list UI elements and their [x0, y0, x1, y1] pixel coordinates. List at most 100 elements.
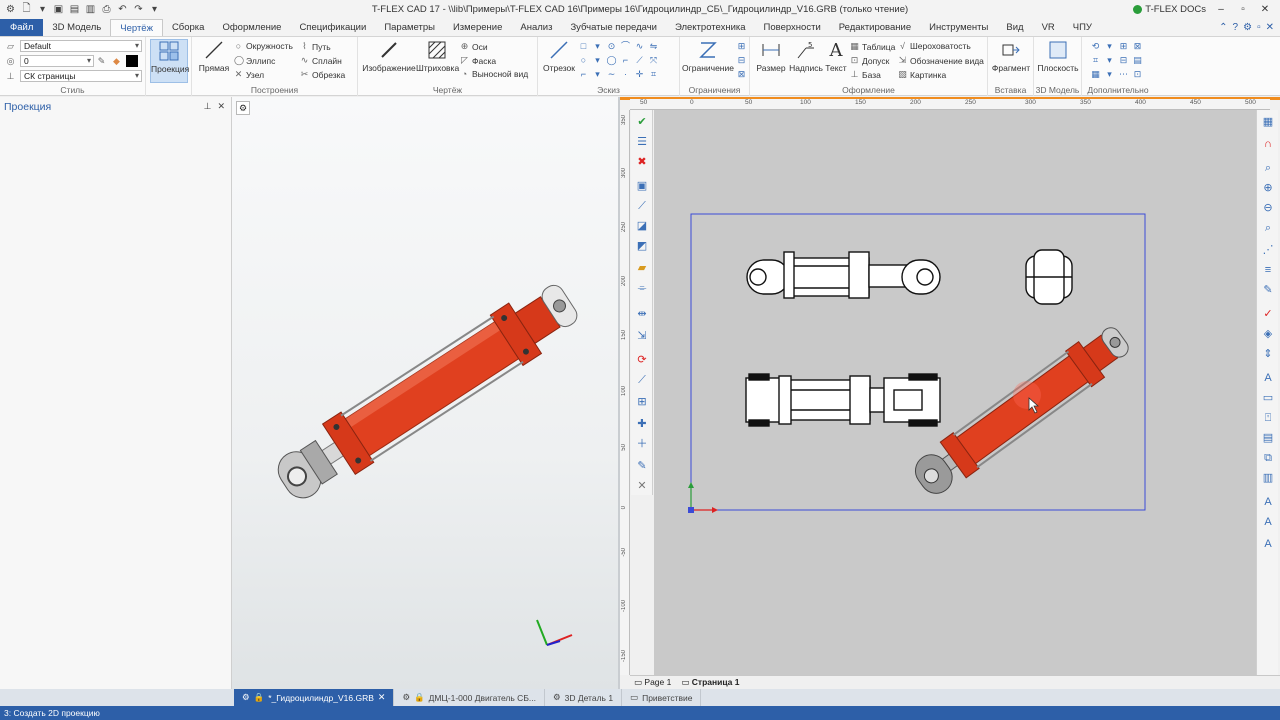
- redo-icon[interactable]: ↷: [132, 4, 145, 15]
- extra-8-icon[interactable]: ▤: [1132, 55, 1143, 66]
- print-icon[interactable]: ⎙: [100, 4, 113, 15]
- extra-5-icon[interactable]: ⌗: [1090, 55, 1101, 66]
- tab-editing[interactable]: Редактирование: [830, 19, 920, 36]
- position-icon[interactable]: ⊞: [634, 394, 650, 410]
- zoom-in-icon[interactable]: ⊕: [1260, 180, 1276, 196]
- view-mark-button[interactable]: ⇲ Обозначение вида: [898, 55, 984, 66]
- layers-icon[interactable]: ▦: [1260, 114, 1276, 130]
- select-view-icon[interactable]: ⟋: [634, 198, 650, 214]
- image-button[interactable]: Изображение: [362, 39, 416, 73]
- extra-3-icon[interactable]: ⊞: [1118, 41, 1129, 52]
- extra-2-icon[interactable]: ▾: [1104, 41, 1115, 52]
- tab-assembly[interactable]: Сборка: [163, 19, 214, 36]
- close-doc-icon[interactable]: ✕: [1266, 22, 1274, 33]
- inscription-button[interactable]: 5 Надпись: [788, 39, 824, 73]
- extra-12-icon[interactable]: ⊡: [1132, 69, 1143, 80]
- zoom-icon[interactable]: ⌕: [1260, 160, 1276, 176]
- new-file-icon[interactable]: 🗋: [20, 1, 33, 18]
- base-button[interactable]: ⊥ База: [850, 69, 881, 80]
- docs-button[interactable]: T-FLEX DOCs: [1133, 4, 1206, 15]
- close-button[interactable]: ✕: [1258, 4, 1272, 15]
- plane-button[interactable]: Плоскость: [1036, 39, 1080, 73]
- axes-button[interactable]: ⊕ Оси: [460, 41, 488, 52]
- chamfer-button[interactable]: ◸ Фаска: [460, 55, 496, 66]
- extra-9-icon[interactable]: ▦: [1090, 69, 1101, 80]
- pages-icon[interactable]: ⧉: [1260, 450, 1276, 466]
- help-collapse-icon[interactable]: ⌃: [1219, 22, 1227, 33]
- layer-combo[interactable]: Default: [20, 40, 142, 52]
- drawing-canvas[interactable]: [654, 110, 1256, 675]
- circle-sketch-icon[interactable]: ○: [578, 55, 589, 66]
- move-icon[interactable]: ⤧: [648, 55, 659, 66]
- open-file-icon[interactable]: ▾: [36, 4, 49, 15]
- arc-icon[interactable]: ⌒: [620, 41, 631, 52]
- lines-icon[interactable]: ≡: [1260, 262, 1276, 278]
- page-tab-active[interactable]: ▭ Страница 1: [681, 677, 739, 688]
- projection-type-icon[interactable]: ▣: [634, 178, 650, 194]
- projection-button[interactable]: Проекция: [150, 39, 189, 83]
- ellipse-button[interactable]: ◯ Эллипс: [234, 55, 275, 66]
- add-icon[interactable]: ✚: [634, 416, 650, 432]
- show-constraints-icon[interactable]: ⊠: [736, 69, 747, 80]
- rotate-icon[interactable]: ⟳: [634, 352, 650, 368]
- tab-3d-model[interactable]: 3D Модель: [43, 19, 110, 36]
- picture-button[interactable]: ▧ Картинка: [898, 69, 946, 80]
- restore-icon[interactable]: ▫: [1257, 22, 1261, 33]
- cs-combo[interactable]: СК страницы: [20, 70, 142, 82]
- rectangle-icon[interactable]: □: [578, 41, 589, 52]
- grid-icon[interactable]: ⋰: [1260, 242, 1276, 258]
- table-button[interactable]: ▦ Таблица: [850, 41, 895, 52]
- pen-icon[interactable]: ✎: [97, 56, 106, 67]
- extra-7-icon[interactable]: ⊟: [1118, 55, 1129, 66]
- tab-measure[interactable]: Измерение: [444, 19, 511, 36]
- text-style-icon[interactable]: A: [1260, 370, 1276, 386]
- color-icon[interactable]: ◆: [112, 56, 121, 67]
- clear-icon[interactable]: ✕: [634, 478, 650, 494]
- dropdown2-icon[interactable]: ▾: [592, 55, 603, 66]
- edit-icon[interactable]: ✎: [634, 458, 650, 474]
- fragment-button[interactable]: Фрагмент: [990, 39, 1032, 73]
- close-tab-icon[interactable]: ✕: [378, 692, 386, 703]
- line-button[interactable]: Прямая: [196, 39, 232, 73]
- dropdown-icon[interactable]: ▾: [592, 41, 603, 52]
- spline-sketch-icon[interactable]: ∿: [634, 41, 645, 52]
- font-small-icon[interactable]: A: [1260, 514, 1276, 530]
- level-combo[interactable]: 0: [20, 55, 94, 67]
- extra-4-icon[interactable]: ⊠: [1132, 41, 1143, 52]
- array-icon[interactable]: ⌗: [648, 69, 659, 80]
- extra-11-icon[interactable]: ⋯: [1118, 69, 1129, 80]
- tab-file[interactable]: Файл: [0, 19, 44, 36]
- doc-tab[interactable]: ▭ Приветствие: [622, 689, 702, 706]
- settings-icon[interactable]: ⚙: [1243, 22, 1252, 33]
- doc-tab-active[interactable]: ⚙ 🔒 *_Гидроцилиндр_V16.GRB ✕: [234, 689, 395, 706]
- zoom-window-icon[interactable]: ⌕: [1260, 220, 1276, 236]
- constraint-button[interactable]: Ограничение: [682, 39, 734, 73]
- hatch-button[interactable]: Штриховка: [416, 39, 459, 73]
- open-file-icon[interactable]: ▰: [634, 260, 650, 276]
- page-tab[interactable]: ▭ Page 1: [634, 677, 671, 688]
- polygon-icon[interactable]: ⊙: [606, 41, 617, 52]
- tab-specifications[interactable]: Спецификации: [290, 19, 375, 36]
- dropdown3-icon[interactable]: ▾: [592, 69, 603, 80]
- font-icon[interactable]: A: [1260, 494, 1276, 510]
- snap-icon[interactable]: ∩: [1260, 136, 1276, 152]
- path-button[interactable]: ⌇ Путь: [300, 41, 330, 52]
- customize-icon[interactable]: ▾: [148, 4, 161, 15]
- fillet-icon[interactable]: ⌐: [578, 69, 589, 80]
- dimension-button[interactable]: Размер: [754, 39, 788, 73]
- point-icon[interactable]: ·: [620, 69, 631, 80]
- tab-cnc[interactable]: ЧПУ: [1064, 19, 1101, 36]
- tab-electrical[interactable]: Электротехника: [666, 19, 755, 36]
- save-icon[interactable]: ▤: [68, 4, 81, 15]
- offset-icon[interactable]: ⌐: [620, 55, 631, 66]
- extra-10-icon[interactable]: ▾: [1104, 69, 1115, 80]
- zoom-out-icon[interactable]: ⊖: [1260, 200, 1276, 216]
- viewport-3d[interactable]: ⚙: [232, 97, 620, 689]
- wave-icon[interactable]: ∼: [606, 69, 617, 80]
- confirm-icon[interactable]: ✔: [634, 114, 650, 130]
- node-button[interactable]: ✕ Узел: [234, 69, 264, 80]
- minimize-button[interactable]: –: [1214, 4, 1228, 15]
- ellipse-sketch-icon[interactable]: ◯: [606, 55, 617, 66]
- panel-close-icon[interactable]: ✕: [217, 101, 225, 112]
- cancel-icon[interactable]: ✖: [634, 154, 650, 170]
